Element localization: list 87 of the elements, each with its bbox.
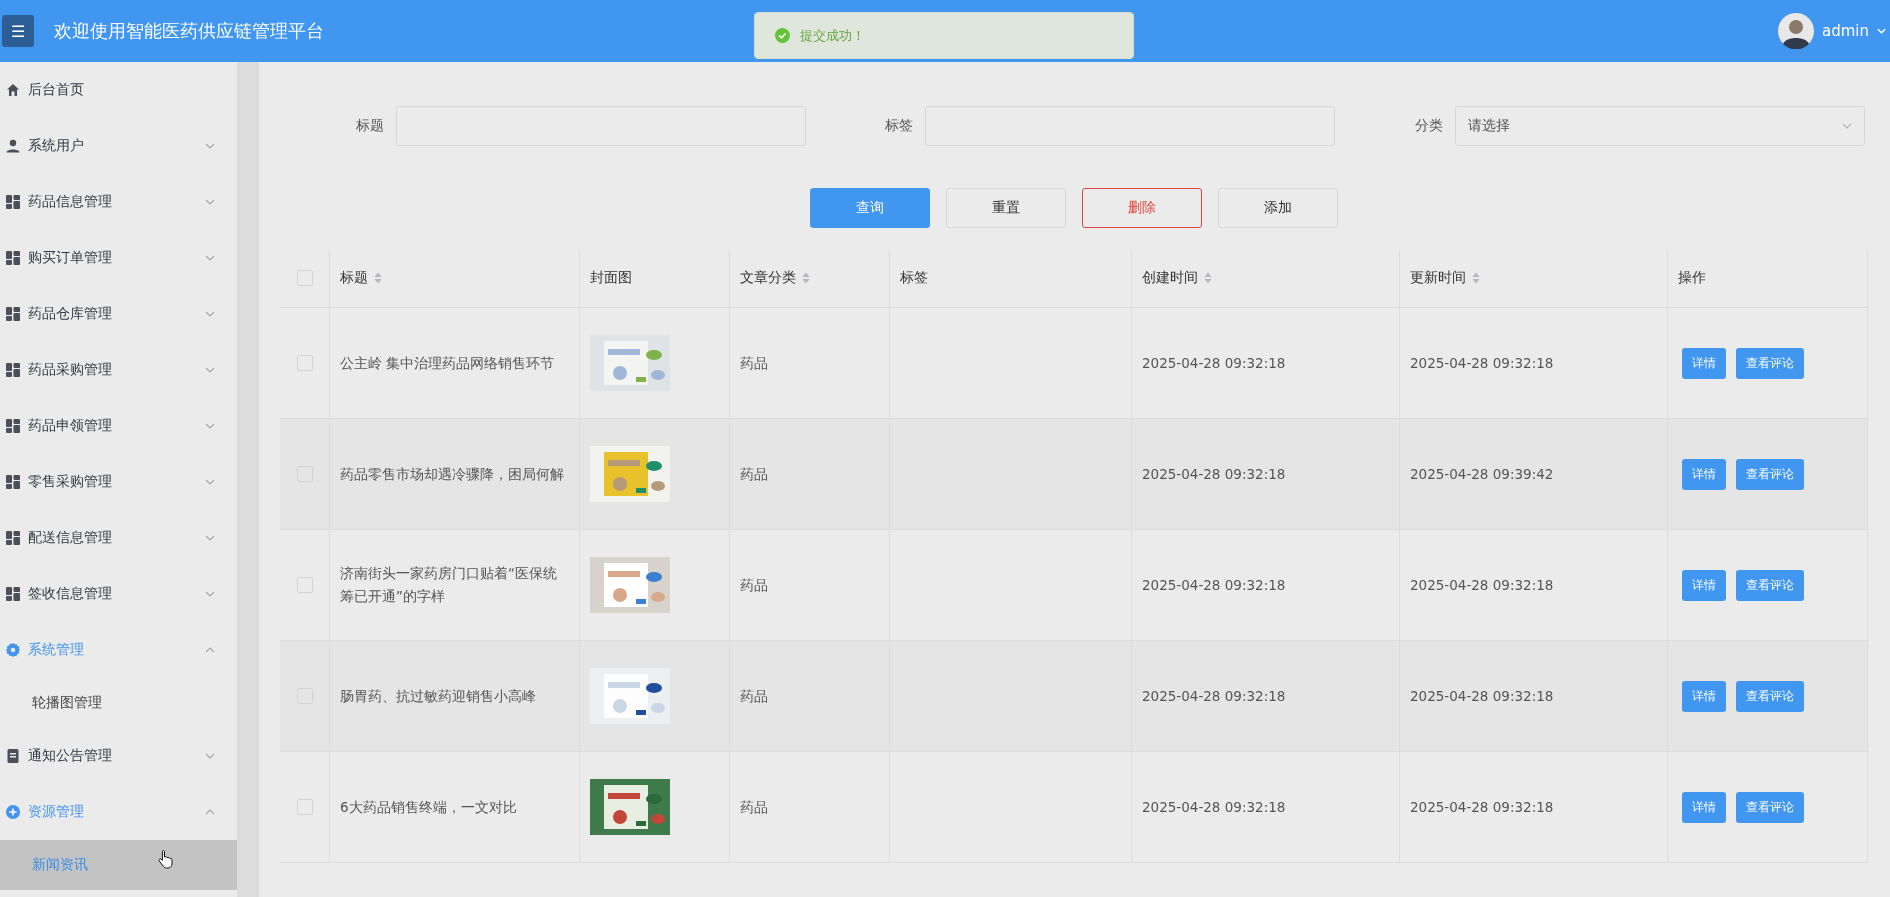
user-icon — [6, 139, 20, 153]
column-header: 标签 — [900, 269, 928, 287]
column-header: 封面图 — [590, 269, 632, 287]
sidebar-item[interactable]: 药品信息管理 — [0, 174, 238, 230]
row-checkbox[interactable] — [296, 799, 313, 815]
grid-icon — [6, 531, 20, 545]
category-select[interactable]: 请选择 — [1454, 106, 1865, 146]
chevron-icon — [205, 367, 216, 373]
app-title: 欢迎使用智能医药供应链管理平台 — [54, 19, 324, 43]
sidebar-item[interactable]: 配送信息管理 — [0, 510, 238, 566]
table-cell-text: 2025-04-28 09:32:18 — [1142, 686, 1286, 706]
sort-icon[interactable] — [1204, 272, 1212, 284]
table-cell-text: 药品 — [740, 575, 768, 595]
table-cell-text: 济南街头一家药房门口贴着“医保统筹已开通”的字样 — [340, 564, 558, 606]
check-circle-icon — [775, 28, 790, 43]
chevron-icon — [205, 479, 216, 485]
grid-icon — [6, 419, 20, 433]
grid-icon — [6, 475, 20, 489]
sidebar-item[interactable]: 药品采购管理 — [0, 342, 238, 398]
table-cell-text: 2025-04-28 09:32:18 — [1410, 686, 1554, 706]
grid-icon — [6, 195, 20, 209]
table-cell-text: 2025-04-28 09:32:18 — [1142, 575, 1286, 595]
table-cell-text: 2025-04-28 09:32:18 — [1142, 464, 1286, 484]
chevron-icon — [205, 809, 216, 815]
chevron-icon — [205, 753, 216, 759]
sidebar-item[interactable]: 药品申领管理 — [0, 398, 238, 454]
chevron-icon — [205, 423, 216, 429]
toast-message: 提交成功！ — [800, 26, 865, 45]
sidebar-item[interactable]: 签收信息管理 — [0, 566, 238, 622]
chevron-icon — [205, 255, 216, 261]
home-icon — [6, 83, 20, 97]
chevron-icon — [205, 199, 216, 205]
select-all-checkbox[interactable] — [296, 270, 313, 286]
table-cell-text: 肠胃药、抗过敏药迎销售小高峰 — [340, 686, 536, 706]
table-cell-text: 2025-04-28 09:32:18 — [1142, 797, 1286, 817]
filter-label: 标签 — [884, 117, 914, 135]
table-cell-text: 公主岭 集中治理药品网络销售环节 — [340, 353, 555, 373]
row-checkbox[interactable] — [296, 577, 313, 593]
document-icon — [6, 749, 20, 763]
sort-icon[interactable] — [802, 272, 810, 284]
table-cell-text: 药品 — [740, 797, 768, 817]
chevron-icon — [1841, 123, 1852, 129]
table-cell-text: 药品零售市场却遇冷骤降，困局何解 — [340, 464, 564, 484]
sidebar-item[interactable]: 零售采购管理 — [0, 454, 238, 510]
chevron-icon — [205, 535, 216, 541]
grid-icon — [6, 587, 20, 601]
column-header[interactable]: 文章分类 — [740, 269, 796, 287]
sidebar-item[interactable]: 后台首页 — [0, 62, 238, 118]
table-cell-text: 2025-04-28 09:32:18 — [1410, 575, 1554, 595]
chevron-icon — [205, 311, 216, 317]
sort-icon[interactable] — [1472, 272, 1480, 284]
sidebar-item[interactable]: 药品仓库管理 — [0, 286, 238, 342]
filter-label: 标题 — [355, 117, 384, 135]
table-cell-text: 2025-04-28 09:32:18 — [1142, 353, 1286, 373]
menu-button[interactable]: ☰ — [2, 15, 34, 47]
grid-icon — [6, 307, 20, 321]
filter-label: 分类 — [1413, 117, 1443, 135]
table-cell-text: 2025-04-28 09:32:18 — [1410, 797, 1554, 817]
grid-icon — [6, 363, 20, 377]
column-header[interactable]: 创建时间 — [1142, 269, 1198, 287]
avatar[interactable] — [1778, 13, 1814, 49]
column-header: 操作 — [1678, 269, 1706, 287]
compass-icon — [6, 805, 20, 819]
action-button[interactable]: 添加 — [1218, 188, 1338, 228]
sidebar-item[interactable]: 通知公告管理 — [0, 728, 238, 784]
gear-icon — [6, 643, 20, 657]
table-cell-text: 药品 — [740, 686, 768, 706]
table-cell-text: 2025-04-28 09:39:42 — [1410, 464, 1554, 484]
submenu-item[interactable]: 轮播图管理 — [0, 678, 238, 728]
table-cell-text: 药品 — [740, 353, 768, 373]
column-header[interactable]: 标题 — [340, 269, 368, 287]
action-button[interactable]: 删除 — [1082, 188, 1202, 228]
action-button[interactable]: 重置 — [946, 188, 1066, 228]
pointer-cursor-icon — [158, 849, 174, 869]
sort-icon[interactable] — [374, 272, 382, 284]
caret-icon[interactable] — [1877, 28, 1886, 34]
chevron-icon — [205, 143, 216, 149]
table-cell-text: 6大药品销售终端，一文对比 — [340, 797, 517, 817]
grid-icon — [6, 251, 20, 265]
chevron-icon — [205, 591, 216, 597]
column-header[interactable]: 更新时间 — [1410, 269, 1466, 287]
table-cell-text: 药品 — [740, 464, 768, 484]
row-checkbox[interactable] — [296, 355, 313, 371]
table-cell-text: 2025-04-28 09:32:18 — [1410, 353, 1554, 373]
chevron-icon — [205, 647, 216, 653]
sidebar-item[interactable]: 购买订单管理 — [0, 230, 238, 286]
sidebar-item[interactable]: 系统用户 — [0, 118, 238, 174]
